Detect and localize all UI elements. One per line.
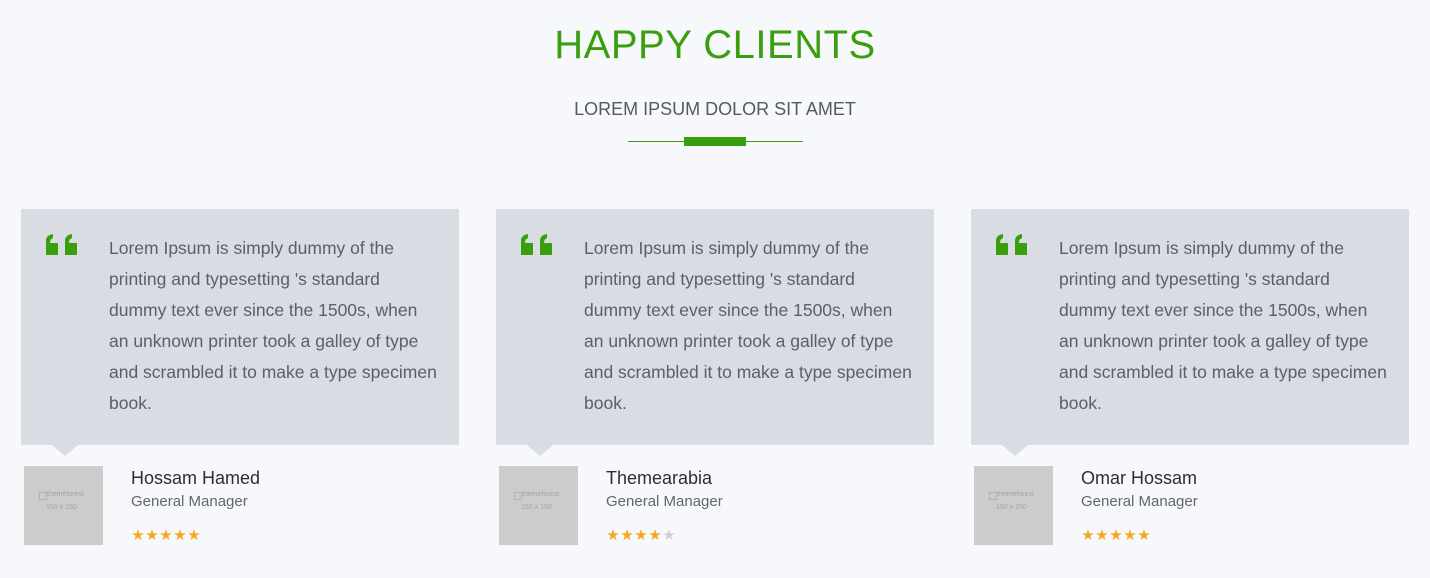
quote-icon	[521, 234, 552, 255]
star-filled-icon: ★	[1081, 526, 1095, 544]
avatar: themeforest 150 x 150	[24, 466, 103, 545]
broken-image-icon	[989, 492, 997, 500]
section-subtitle: LOREM IPSUM DOLOR SIT AMET	[574, 99, 856, 119]
avatar-placeholder-size: 150 x 150	[521, 504, 552, 511]
star-filled-icon: ★	[620, 526, 634, 544]
testimonial-card: Lorem Ipsum is simply dummy of the print…	[496, 209, 934, 569]
star-filled-icon: ★	[145, 526, 159, 544]
star-rating: ★ ★ ★ ★ ★	[606, 527, 676, 543]
star-filled-icon: ★	[1137, 526, 1151, 544]
star-empty-icon: ★	[662, 526, 676, 544]
quote-icon	[46, 234, 77, 255]
star-filled-icon: ★	[1123, 526, 1137, 544]
star-filled-icon: ★	[1095, 526, 1109, 544]
star-filled-icon: ★	[1109, 526, 1123, 544]
star-filled-icon: ★	[606, 526, 620, 544]
testimonial-card: Lorem Ipsum is simply dummy of the print…	[971, 209, 1409, 569]
broken-image-icon	[39, 492, 47, 500]
testimonial-text: Lorem Ipsum is simply dummy of the print…	[1059, 238, 1387, 413]
client-name: Themearabia	[606, 468, 713, 488]
bubble-pointer	[527, 445, 553, 456]
avatar: themeforest 150 x 150	[974, 466, 1053, 545]
testimonial-bubble: Lorem Ipsum is simply dummy of the print…	[971, 209, 1409, 445]
client-name: Omar Hossam	[1081, 468, 1198, 488]
client-role: General Manager	[606, 493, 723, 510]
testimonial-bubble: Lorem Ipsum is simply dummy of the print…	[21, 209, 459, 445]
star-filled-icon: ★	[634, 526, 648, 544]
client-role: General Manager	[1081, 493, 1198, 510]
client-name: Hossam Hamed	[131, 468, 261, 488]
title-divider-bar	[684, 137, 746, 146]
broken-image-icon	[514, 492, 522, 500]
testimonial-text: Lorem Ipsum is simply dummy of the print…	[109, 238, 437, 413]
avatar-placeholder-size: 150 x 150	[46, 504, 77, 511]
happy-clients-section: HAPPY CLIENTS LOREM IPSUM DOLOR SIT AMET…	[0, 0, 1430, 578]
star-rating: ★ ★ ★ ★ ★	[131, 527, 201, 543]
bubble-pointer	[1002, 445, 1028, 456]
star-rating: ★ ★ ★ ★ ★	[1081, 527, 1151, 543]
testimonial-card: Lorem Ipsum is simply dummy of the print…	[21, 209, 459, 569]
testimonial-bubble: Lorem Ipsum is simply dummy of the print…	[496, 209, 934, 445]
bubble-pointer	[52, 445, 78, 456]
testimonial-text: Lorem Ipsum is simply dummy of the print…	[584, 238, 912, 413]
star-filled-icon: ★	[187, 526, 201, 544]
star-filled-icon: ★	[131, 526, 145, 544]
avatar: themeforest 150 x 150	[499, 466, 578, 545]
star-filled-icon: ★	[159, 526, 173, 544]
star-filled-icon: ★	[648, 526, 662, 544]
avatar-placeholder-size: 150 x 150	[996, 504, 1027, 511]
section-title: HAPPY CLIENTS	[554, 23, 876, 67]
client-role: General Manager	[131, 493, 248, 510]
quote-icon	[996, 234, 1027, 255]
star-filled-icon: ★	[173, 526, 187, 544]
avatar-placeholder-brand: themeforest	[997, 491, 1034, 498]
avatar-placeholder-brand: themeforest	[522, 491, 559, 498]
avatar-placeholder-brand: themeforest	[47, 491, 84, 498]
